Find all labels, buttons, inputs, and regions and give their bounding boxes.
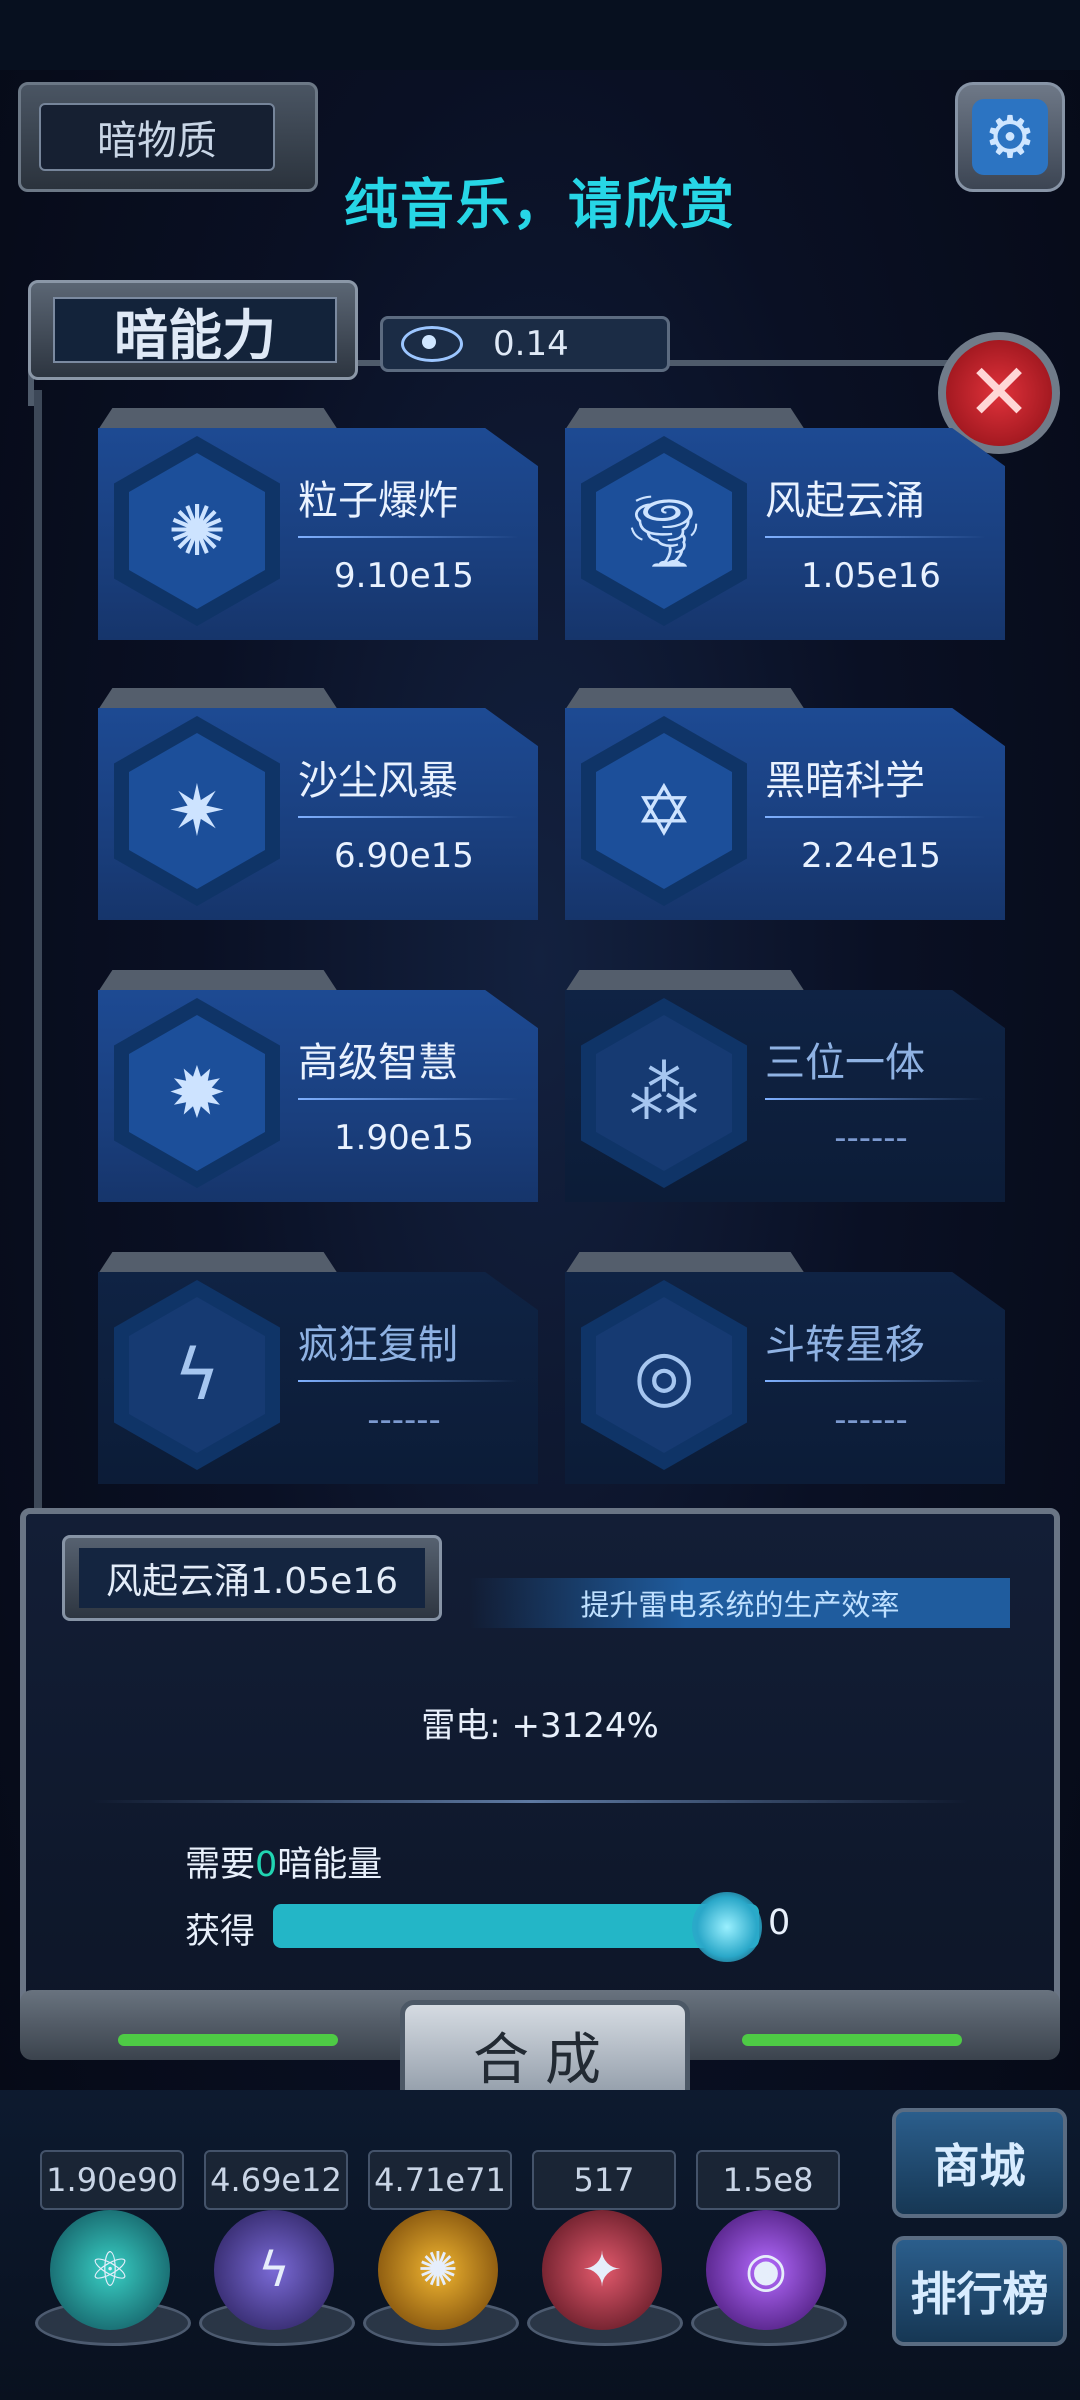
skill-card[interactable]: ✷ 沙尘风暴 6.90e15 xyxy=(98,688,538,920)
requirement-suffix: 暗能量 xyxy=(277,1845,383,1885)
card-tab xyxy=(565,688,805,710)
skill-card[interactable]: 🌪 风起云涌 1.05e16 xyxy=(565,408,1005,640)
panel-frame-left xyxy=(34,390,42,1520)
music-notice: 纯音乐，请欣赏 xyxy=(344,173,736,236)
dark-energy-value: 0.14 xyxy=(493,324,569,364)
skill-value: ------ xyxy=(834,1118,908,1158)
card-tab xyxy=(98,1252,338,1274)
shop-button[interactable]: 商城 xyxy=(892,2108,1067,2218)
lightning-arrows-icon: ϟ xyxy=(129,1297,265,1453)
skill-value: ------ xyxy=(367,1400,441,1440)
skill-card-locked[interactable]: ϟ 疯狂复制 ------ xyxy=(98,1252,538,1484)
resource-value: 4.71e71 xyxy=(368,2150,512,2210)
gear-icon: ⚙ xyxy=(972,99,1048,175)
thunder-orb-icon[interactable]: ϟ xyxy=(214,2210,334,2330)
crystal-orb-icon[interactable]: ✦ xyxy=(542,2210,662,2330)
skill-card[interactable]: ✺ 粒子爆炸 9.10e15 xyxy=(98,408,538,640)
skill-card-locked[interactable]: ◎ 斗转星移 ------ xyxy=(565,1252,1005,1484)
divider xyxy=(298,536,518,538)
skill-card-locked[interactable]: ⁂ 三位一体 ------ xyxy=(565,970,1005,1202)
settings-button[interactable]: ⚙ xyxy=(955,82,1065,192)
skill-value: 2.24e15 xyxy=(801,836,941,876)
skill-name: 斗转星移 xyxy=(765,1322,925,1368)
skill-description: 提升雷电系统的生产效率 xyxy=(470,1578,1010,1628)
obtain-slider-handle[interactable] xyxy=(692,1892,762,1962)
status-bar-area xyxy=(0,0,1080,70)
galaxy-icon xyxy=(401,326,463,362)
dark-matter-tab-label: 暗物质 xyxy=(39,103,275,171)
divider xyxy=(765,1098,985,1100)
brain-icon: ✹ xyxy=(129,1015,265,1171)
card-tab xyxy=(565,970,805,992)
resource-value: 517 xyxy=(532,2150,676,2210)
hexagram-icon: ✡ xyxy=(596,733,732,889)
obtain-label: 获得 xyxy=(185,1912,256,1952)
divider xyxy=(765,1380,985,1382)
close-icon: ✕ xyxy=(966,348,1032,438)
card-tab xyxy=(98,408,338,430)
skill-value: ------ xyxy=(834,1400,908,1440)
obtain-slider-track[interactable] xyxy=(273,1904,759,1948)
vortex-icon: ◎ xyxy=(596,1297,732,1453)
resource-value: 1.5e8 xyxy=(696,2150,840,2210)
divider xyxy=(298,1098,518,1100)
skill-name: 风起云涌 xyxy=(765,478,925,524)
divider xyxy=(298,1380,518,1382)
requirement-amount: 0 xyxy=(255,1845,278,1885)
requirement-text: 需要0暗能量 xyxy=(185,1836,382,1887)
atom-orb-icon[interactable]: ⚛ xyxy=(50,2210,170,2330)
ranking-button[interactable]: 排行榜 xyxy=(892,2236,1067,2346)
fire-orb-icon[interactable]: ✺ xyxy=(378,2210,498,2330)
tornado-icon: 🌪 xyxy=(596,453,732,609)
skill-value: 1.05e16 xyxy=(801,556,941,596)
progress-bar-right xyxy=(742,2034,962,2046)
skill-name: 粒子爆炸 xyxy=(298,478,458,524)
skill-name: 黑暗科学 xyxy=(765,758,925,804)
card-tab xyxy=(565,1252,805,1274)
selected-skill-label: 风起云涌1.05e16 xyxy=(79,1548,425,1608)
divider xyxy=(765,536,985,538)
card-tab xyxy=(565,408,805,430)
dark-matter-tab[interactable]: 暗物质 xyxy=(18,82,318,192)
dark-energy-counter: 0.14 xyxy=(380,316,670,372)
card-tab xyxy=(98,970,338,992)
skill-value: 1.90e15 xyxy=(334,1118,474,1158)
card-tab xyxy=(98,688,338,710)
panel-title-plate: 暗能力 xyxy=(28,280,358,380)
vortex-orb-icon[interactable]: ◉ xyxy=(706,2210,826,2330)
sandstorm-icon: ✷ xyxy=(129,733,265,889)
skill-value: 9.10e15 xyxy=(334,556,474,596)
divider xyxy=(298,816,518,818)
divider xyxy=(765,816,985,818)
skill-card[interactable]: ✹ 高级智慧 1.90e15 xyxy=(98,970,538,1202)
requirement-prefix: 需要 xyxy=(185,1845,256,1885)
divider xyxy=(90,1800,970,1803)
skill-name: 沙尘风暴 xyxy=(298,758,458,804)
skill-name: 高级智慧 xyxy=(298,1040,458,1086)
trinity-icon: ⁂ xyxy=(596,1015,732,1171)
progress-bar-left xyxy=(118,2034,338,2046)
skill-value: 6.90e15 xyxy=(334,836,474,876)
selected-skill-plate: 风起云涌1.05e16 xyxy=(62,1535,442,1621)
skill-effect: 雷电: +3124% xyxy=(421,1706,659,1746)
skill-name: 三位一体 xyxy=(765,1040,925,1086)
obtain-value: 0 xyxy=(768,1903,791,1943)
panel-title: 暗能力 xyxy=(53,297,337,367)
resource-value: 4.69e12 xyxy=(204,2150,348,2210)
skill-name: 疯狂复制 xyxy=(298,1322,458,1368)
resource-value: 1.90e90 xyxy=(40,2150,184,2210)
skill-card[interactable]: ✡ 黑暗科学 2.24e15 xyxy=(565,688,1005,920)
explosion-icon: ✺ xyxy=(129,453,265,609)
